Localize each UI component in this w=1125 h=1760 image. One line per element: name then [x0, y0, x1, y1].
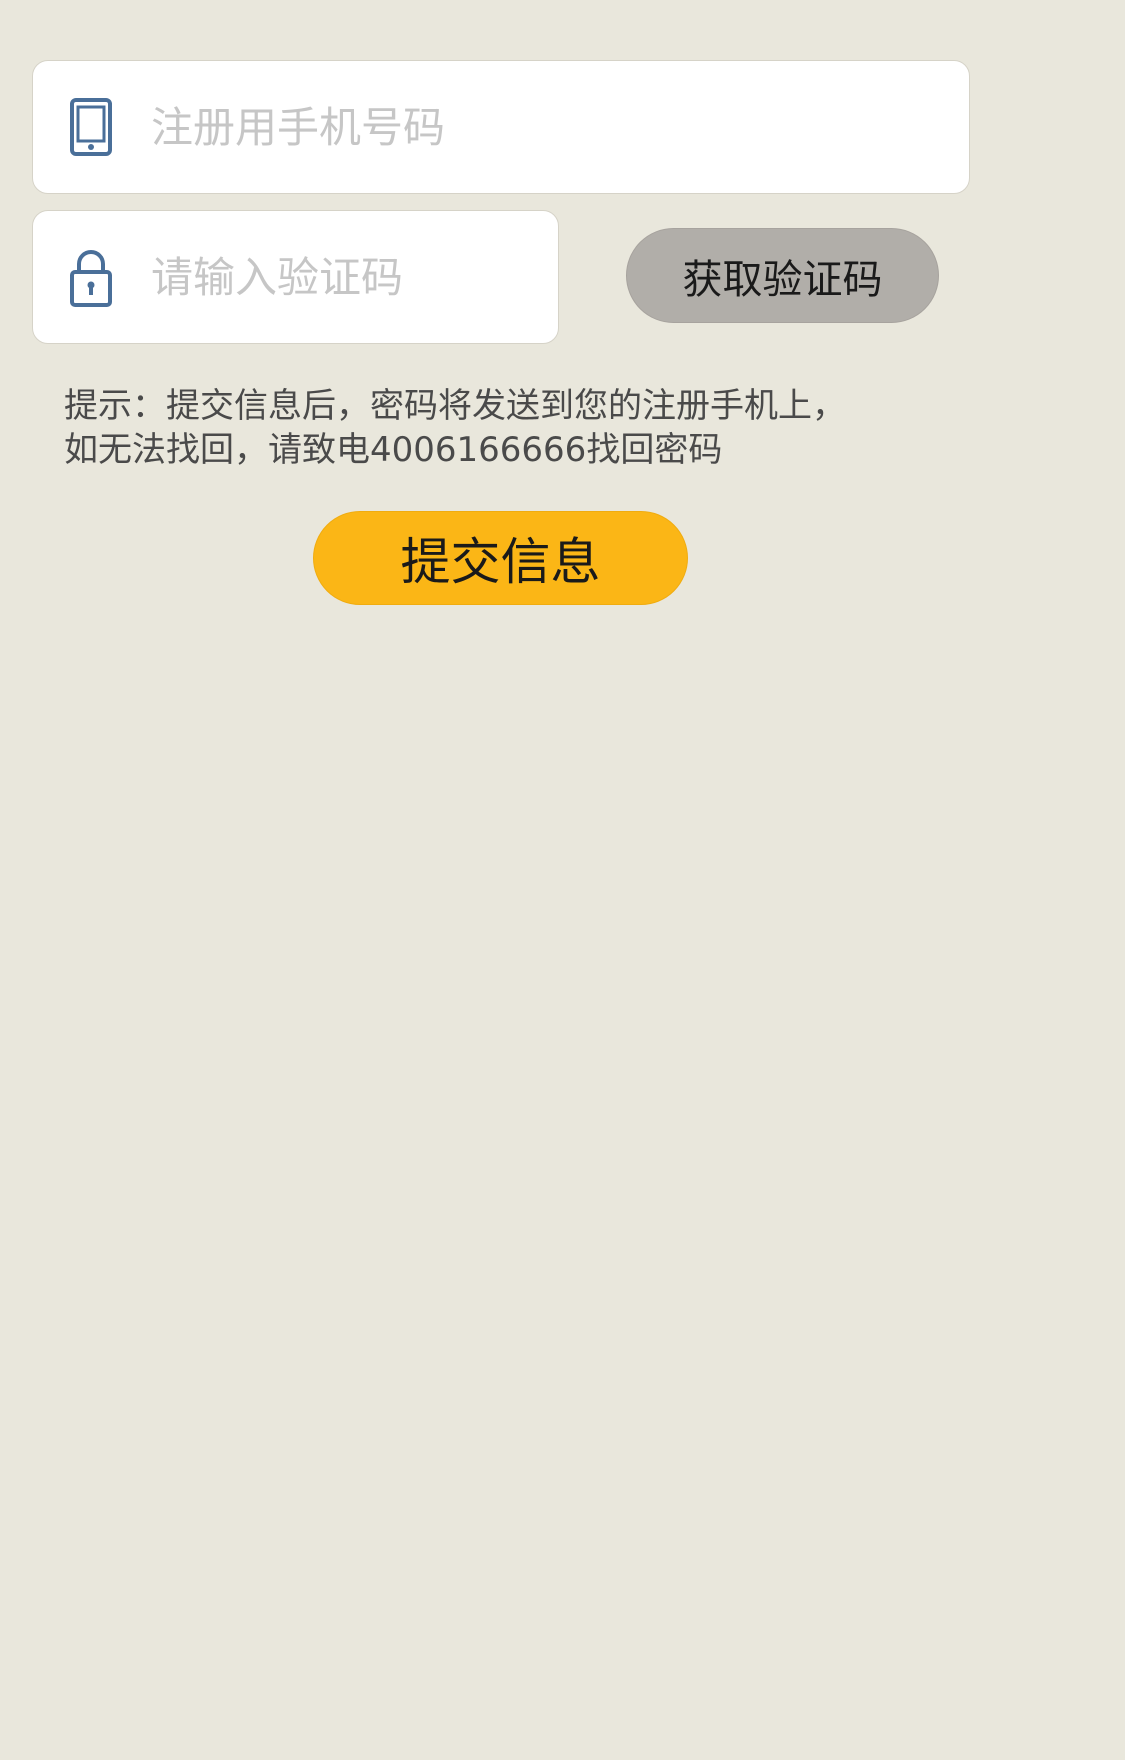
phone-number-field[interactable] — [32, 60, 970, 194]
get-verification-code-button[interactable]: 获取验证码 — [626, 228, 939, 323]
verification-code-field[interactable] — [32, 210, 559, 344]
hint-line-2: 如无法找回，请致电4006166666找回密码 — [64, 430, 723, 470]
mobile-phone-icon — [69, 97, 113, 157]
phone-number-input[interactable] — [151, 61, 931, 193]
hint-line-1: 提示：提交信息后，密码将发送到您的注册手机上， — [64, 386, 846, 426]
submit-button[interactable]: 提交信息 — [313, 511, 688, 605]
hint-text: 提示：提交信息后，密码将发送到您的注册手机上， 如无法找回，请致电4006166… — [64, 384, 944, 472]
padlock-icon — [69, 247, 113, 307]
verification-code-input[interactable] — [151, 211, 531, 343]
